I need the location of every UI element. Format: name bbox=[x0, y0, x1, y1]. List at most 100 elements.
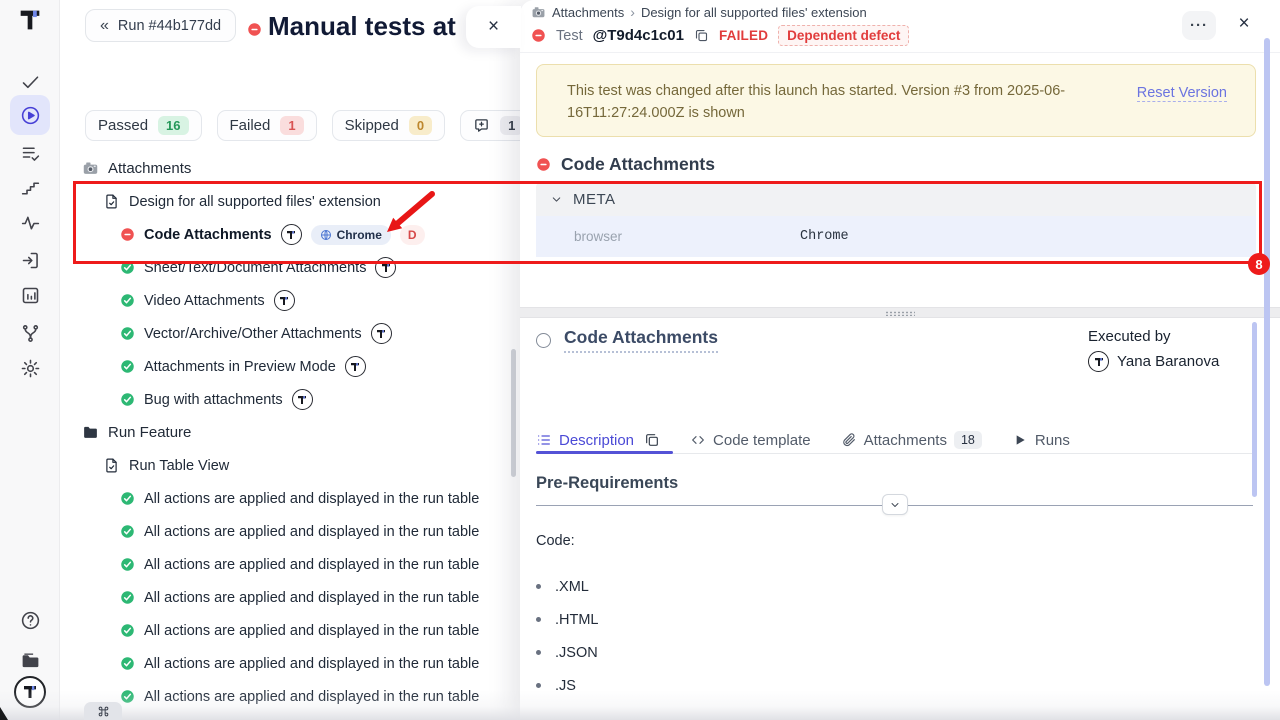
nav-docs-icon[interactable] bbox=[10, 640, 50, 680]
chevron-down-icon bbox=[550, 193, 563, 206]
test-type-label: Test bbox=[556, 28, 583, 44]
list-item: .HTML bbox=[536, 603, 599, 636]
test-header: Test @T9d4c1c01 FAILED Dependent defect bbox=[531, 25, 909, 46]
tree-row[interactable]: Attachments bbox=[60, 152, 512, 185]
status-badge: FAILED bbox=[719, 28, 768, 43]
copy-description-button[interactable] bbox=[644, 432, 660, 448]
tab-label: Runs bbox=[1035, 432, 1070, 449]
attachments-count-badge: 18 bbox=[954, 431, 982, 449]
nav-steps-icon[interactable] bbox=[10, 168, 50, 208]
tree-row[interactable]: All actions are applied and displayed in… bbox=[60, 581, 512, 614]
tree-row[interactable]: All actions are applied and displayed in… bbox=[60, 548, 512, 581]
app-logo-icon[interactable] bbox=[16, 6, 44, 34]
filter-count: 16 bbox=[158, 116, 188, 135]
nav-play-icon[interactable] bbox=[10, 95, 50, 135]
tree-row[interactable]: All actions are applied and displayed in… bbox=[60, 647, 512, 680]
close-detail-button[interactable]: × bbox=[1232, 12, 1256, 36]
tab-code-template[interactable]: Code template bbox=[690, 432, 811, 449]
tree-row[interactable]: All actions are applied and displayed in… bbox=[60, 614, 512, 647]
copy-test-id-button[interactable] bbox=[694, 28, 709, 43]
nav-list-check-icon[interactable] bbox=[10, 133, 50, 173]
tree-row[interactable]: Bug with attachments bbox=[60, 383, 512, 416]
test-title-link[interactable]: Code Attachments bbox=[564, 327, 718, 353]
tree-item-label: Attachments in Preview Mode bbox=[144, 359, 336, 375]
result-section-title: Code Attachments bbox=[536, 154, 715, 175]
tree-item-label: Design for all supported files' extensio… bbox=[129, 194, 381, 210]
filter-skipped[interactable]: Skipped0 bbox=[332, 110, 445, 141]
filter-passed[interactable]: Passed16 bbox=[85, 110, 202, 141]
tree-item-label: Bug with attachments bbox=[144, 392, 283, 408]
unexecuted-status-icon bbox=[536, 333, 551, 348]
testomat-badge-icon bbox=[371, 323, 392, 344]
code-icon bbox=[690, 432, 706, 448]
tree-item-label: All actions are applied and displayed in… bbox=[144, 590, 479, 606]
result-title: Code Attachments bbox=[561, 154, 715, 175]
close-detail-tab-button[interactable]: × bbox=[466, 6, 521, 48]
tree-item-label: All actions are applied and displayed in… bbox=[144, 623, 479, 639]
tree-row[interactable]: Video Attachments bbox=[60, 284, 512, 317]
breadcrumb-test-group[interactable]: Design for all supported files' extensio… bbox=[641, 5, 867, 20]
code-label: Code: bbox=[536, 533, 575, 549]
tree-row[interactable]: Code AttachmentsChromeD bbox=[60, 218, 512, 251]
defect-badge[interactable]: Dependent defect bbox=[778, 25, 909, 46]
defect-badge[interactable]: D bbox=[400, 225, 425, 245]
nav-settings-icon[interactable] bbox=[10, 348, 50, 388]
list-scrollbar[interactable] bbox=[511, 349, 516, 477]
nav-branch-icon[interactable] bbox=[10, 313, 50, 353]
bullet-icon bbox=[536, 617, 541, 622]
tree-row[interactable]: Run Feature bbox=[60, 416, 512, 449]
testomat-badge-icon bbox=[281, 224, 302, 245]
nav-help-icon[interactable] bbox=[10, 600, 50, 640]
passed-status-icon bbox=[120, 689, 135, 704]
tab-description[interactable]: Description bbox=[536, 432, 660, 449]
active-tab-underline bbox=[536, 451, 673, 454]
breadcrumb-separator: › bbox=[630, 4, 635, 20]
run-button-label: Run #44b177dd bbox=[118, 18, 221, 34]
reset-version-link[interactable]: Reset Version bbox=[1137, 85, 1227, 102]
meta-section: META browserChrome bbox=[536, 183, 1256, 257]
passed-status-icon bbox=[120, 590, 135, 605]
tree-row[interactable]: Run Table View bbox=[60, 449, 512, 482]
list-item-label: .XML bbox=[555, 579, 589, 595]
nav-sign-in-icon[interactable] bbox=[10, 240, 50, 280]
more-actions-button[interactable]: ··· bbox=[1182, 11, 1216, 40]
tree-item-label: Run Feature bbox=[108, 424, 191, 441]
run-tests-panel: « Run #44b177dd Manual tests at Passed16… bbox=[60, 0, 520, 720]
nav-activity-icon[interactable] bbox=[10, 203, 50, 243]
passed-status-icon bbox=[120, 260, 135, 275]
meta-title: META bbox=[573, 191, 616, 208]
collapse-section-button[interactable] bbox=[882, 494, 908, 515]
tree-row[interactable]: Vector/Archive/Other Attachments bbox=[60, 317, 512, 350]
testomat-badge-icon bbox=[292, 389, 313, 410]
tree-row[interactable]: All actions are applied and displayed in… bbox=[60, 515, 512, 548]
tree-row[interactable]: Sheet/Text/Document Attachments bbox=[60, 251, 512, 284]
tree-row[interactable]: Attachments in Preview Mode bbox=[60, 350, 512, 383]
chrome-badge-label: Chrome bbox=[337, 228, 382, 242]
paperclip-icon bbox=[841, 432, 857, 448]
panel-scrollbar[interactable] bbox=[1264, 38, 1270, 686]
back-to-run-button[interactable]: « Run #44b177dd bbox=[85, 9, 236, 42]
tree-row[interactable]: All actions are applied and displayed in… bbox=[60, 680, 512, 713]
tab-label: Description bbox=[559, 432, 634, 449]
tree-row[interactable]: Design for all supported files' extensio… bbox=[60, 185, 512, 218]
tab-attachments[interactable]: Attachments18 bbox=[841, 431, 982, 449]
tree-item-label: All actions are applied and displayed in… bbox=[144, 491, 479, 507]
list-icon bbox=[536, 432, 552, 448]
breadcrumb-suite[interactable]: Attachments bbox=[552, 5, 624, 20]
back-chevrons-icon: « bbox=[100, 17, 109, 35]
description-scrollbar[interactable] bbox=[1252, 322, 1257, 497]
panel-splitter[interactable] bbox=[520, 307, 1280, 318]
run-failed-status-icon bbox=[247, 22, 262, 42]
filter-count: 0 bbox=[409, 116, 432, 135]
meta-collapse-header[interactable]: META bbox=[536, 183, 1256, 216]
tab-runs[interactable]: Runs bbox=[1012, 432, 1070, 449]
user-avatar[interactable] bbox=[14, 676, 46, 708]
nav-report-icon[interactable] bbox=[10, 275, 50, 315]
failed-status-icon bbox=[120, 227, 135, 242]
testomat-badge-icon bbox=[375, 257, 396, 278]
tree-row[interactable]: All actions are applied and displayed in… bbox=[60, 482, 512, 515]
comment-plus-icon bbox=[473, 117, 490, 134]
filter-failed[interactable]: Failed1 bbox=[217, 110, 317, 141]
test-doc-icon bbox=[103, 457, 120, 474]
list-item-label: .JS bbox=[555, 678, 576, 694]
